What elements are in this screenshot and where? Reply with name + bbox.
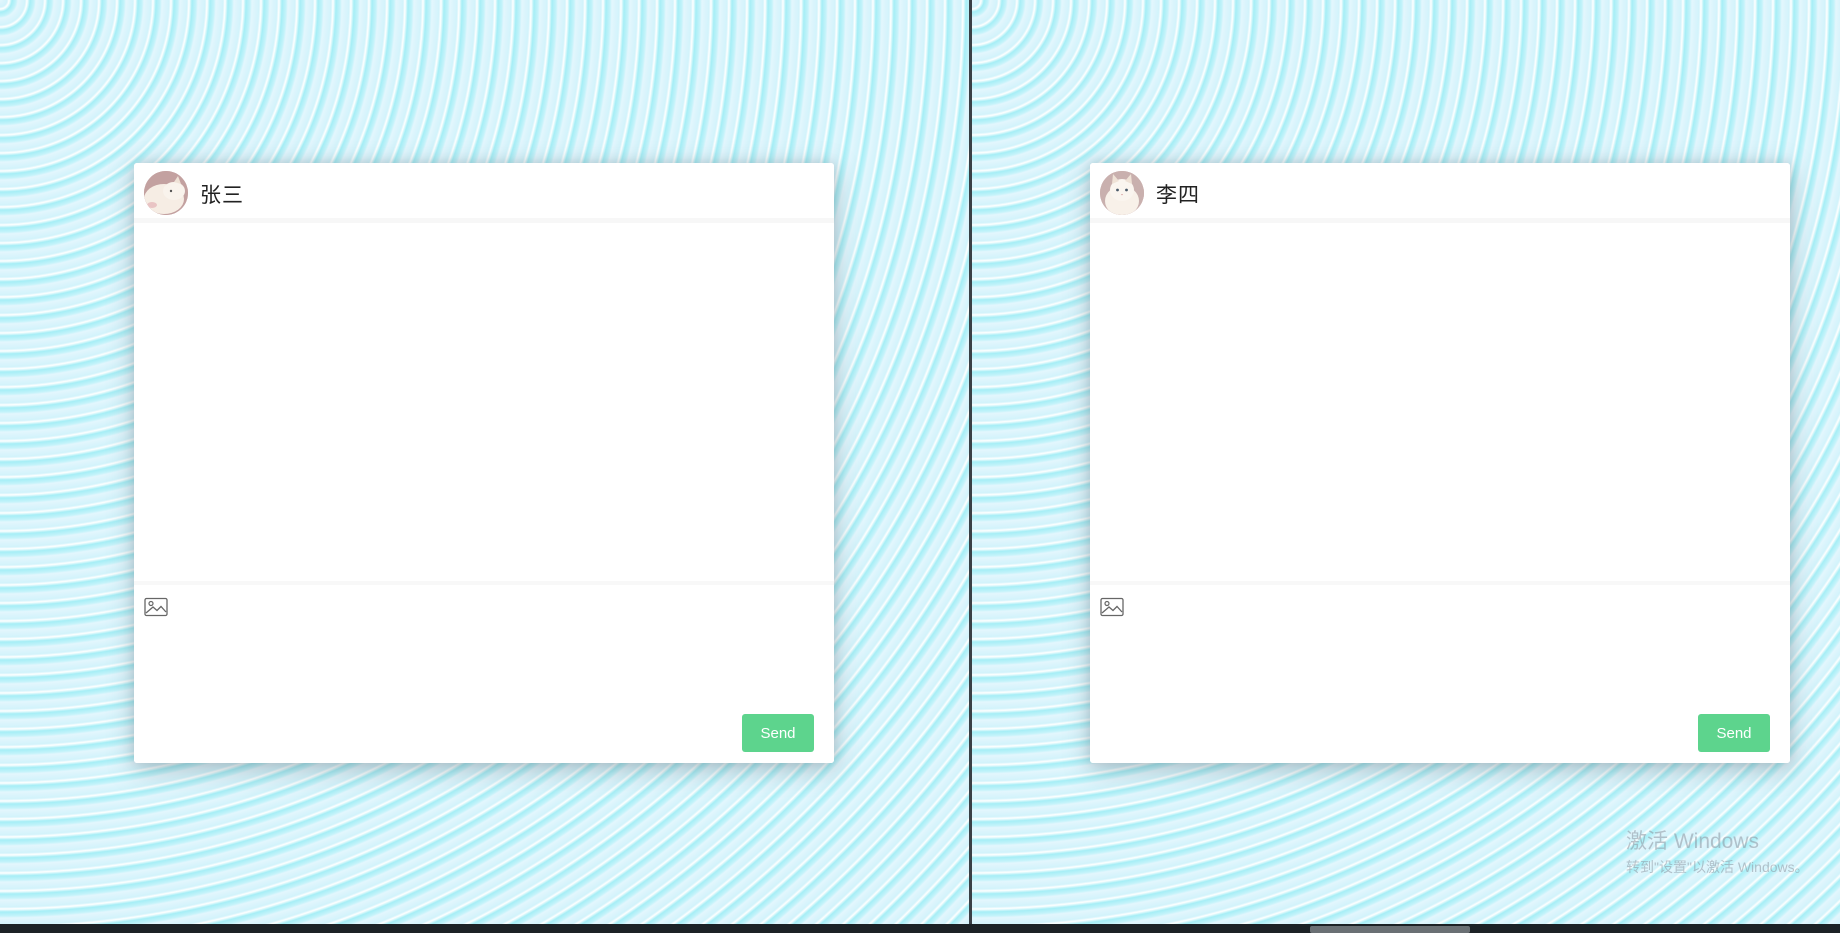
message-list [1090,223,1790,585]
image-icon[interactable] [144,597,168,617]
message-list [134,223,834,585]
send-button[interactable]: Send [742,714,814,752]
bottom-bar [0,924,1840,933]
message-composer: Send [1090,585,1790,763]
send-button[interactable]: Send [1698,714,1770,752]
chat-header: 张三 [134,163,834,223]
left-browser-pane: 张三 Send [0,0,969,924]
image-icon[interactable] [1100,597,1124,617]
contact-name: 李四 [1156,183,1200,207]
desktop-screen: 张三 Send 李四 Send 激活 Windows 转到"设置"以激活 Win… [0,0,1840,933]
message-composer: Send [134,585,834,763]
contact-name: 张三 [200,183,244,207]
left-chat-window: 张三 Send [134,163,834,763]
scrollbar-thumb[interactable] [1310,926,1470,933]
right-chat-window: 李四 Send [1090,163,1790,763]
message-input[interactable] [1134,595,1758,689]
cat-avatar-icon[interactable] [144,171,188,215]
chat-header: 李四 [1090,163,1790,223]
message-input[interactable] [178,595,802,689]
right-browser-pane: 李四 Send [972,0,1840,924]
cat-avatar-icon[interactable] [1100,171,1144,215]
